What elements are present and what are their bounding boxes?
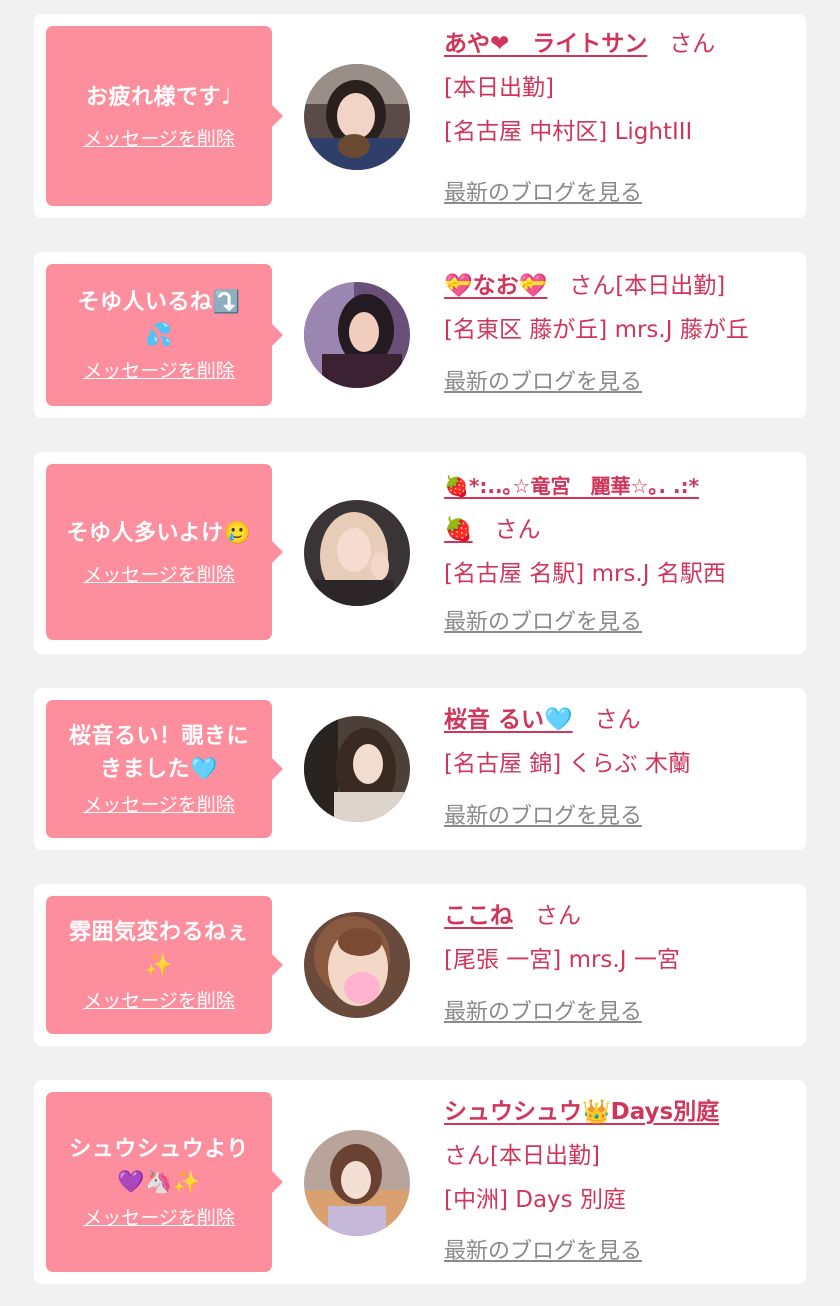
cast-name-link[interactable]: 桜音 るい🩵: [444, 707, 573, 733]
honorific: さん: [535, 903, 581, 929]
message-card: そゆ人多いよけ🥲 メッセージを削除 🍓*:..｡☆竜宮 麗華☆｡. .:* 🍓 さ…: [34, 452, 806, 654]
latest-blog-link[interactable]: 最新のブログを見る: [444, 608, 642, 638]
message-card: 雰囲気変わるねぇ ✨ メッセージを削除 ここね さん [尾張 一宮] mrs.J …: [34, 884, 806, 1046]
delete-message-link[interactable]: メッセージを削除: [83, 1205, 235, 1231]
message-bubble: 桜音るい！覗きに きました🩵 メッセージを削除: [46, 700, 283, 838]
work-status: [本日出勤]: [444, 75, 554, 101]
delete-message-link[interactable]: メッセージを削除: [83, 126, 235, 152]
cast-name-link[interactable]: 🍓*:..｡☆竜宮 麗華☆｡. .:*: [444, 474, 699, 498]
shop-location: [中洲] Days 別庭: [444, 1187, 626, 1213]
message-bubble: シュウシュウより 💜🦄✨ メッセージを削除: [46, 1092, 283, 1272]
cast-info: 桜音 るい🩵 さん [名古屋 錦] くらぶ 木蘭 最新のブログを見る: [444, 698, 800, 829]
message-card: 桜音るい！覗きに きました🩵 メッセージを削除 桜音 るい🩵 さん [名古屋 錦]…: [34, 688, 806, 850]
avatar[interactable]: [304, 912, 410, 1018]
shop-location: [名古屋 錦] くらぶ 木蘭: [444, 751, 691, 777]
message-card: お疲れ様です♩ メッセージを削除 あや❤︎ ライトサン さん [本日出勤] [名古…: [34, 14, 806, 218]
avatar-photo: [304, 716, 410, 822]
cast-name-link[interactable]: あや❤︎ ライトサン: [444, 31, 647, 57]
shop-location: [尾張 一宮] mrs.J 一宮: [444, 947, 680, 973]
message-text: 桜音るい！覗きに: [68, 724, 249, 749]
message-text: ✨: [145, 953, 173, 978]
cast-info: 🍓*:..｡☆竜宮 麗華☆｡. .:* 🍓 さん [名古屋 名駅] mrs.J 名…: [444, 464, 800, 635]
message-text: そゆ人多いよけ🥲: [66, 520, 252, 546]
message-text: シュウシュウより: [69, 1137, 249, 1162]
message-card: そゆ人いるね⤵️ 💦 メッセージを削除 💝なお💝 さん[本日出勤] [名東区 藤が…: [34, 252, 806, 418]
honorific: さん: [669, 31, 716, 57]
message-text: きました🩵: [100, 757, 218, 782]
cast-info: あや❤︎ ライトサン さん [本日出勤] [名古屋 中村区] LightIII 最…: [444, 22, 800, 206]
shop-location: [名古屋 名駅] mrs.J 名駅西: [444, 561, 726, 587]
latest-blog-link[interactable]: 最新のブログを見る: [444, 1237, 642, 1267]
honorific: さん: [494, 517, 541, 543]
cast-info: ここね さん [尾張 一宮] mrs.J 一宮 最新のブログを見る: [444, 894, 800, 1025]
avatar[interactable]: [304, 282, 410, 388]
message-card: シュウシュウより 💜🦄✨ メッセージを削除 シュウシュウ👑Days別庭 さん[本…: [34, 1080, 806, 1284]
message-text: 💦: [145, 323, 173, 348]
cast-name-link[interactable]: 💝なお💝: [444, 273, 547, 299]
delete-message-link[interactable]: メッセージを削除: [83, 562, 235, 588]
avatar-photo: [304, 64, 410, 170]
avatar-photo: [304, 500, 410, 606]
honorific: さん: [594, 707, 641, 733]
honorific: さん[本日出勤]: [569, 273, 726, 299]
delete-message-link[interactable]: メッセージを削除: [83, 792, 235, 818]
avatar[interactable]: [304, 716, 410, 822]
latest-blog-link[interactable]: 最新のブログを見る: [444, 368, 642, 398]
cast-info: シュウシュウ👑Days別庭 さん[本日出勤] [中洲] Days 別庭 最新のブ…: [444, 1090, 800, 1264]
message-bubble: そゆ人多いよけ🥲 メッセージを削除: [46, 464, 283, 640]
message-bubble: 雰囲気変わるねぇ ✨ メッセージを削除: [46, 896, 283, 1034]
cast-info: 💝なお💝 さん[本日出勤] [名東区 藤が丘] mrs.J 藤が丘 最新のブログを…: [444, 264, 800, 395]
avatar-photo: [304, 1130, 410, 1236]
message-text: 雰囲気変わるねぇ: [68, 920, 249, 945]
avatar[interactable]: [304, 64, 410, 170]
honorific: さん[本日出勤]: [444, 1143, 600, 1169]
avatar[interactable]: [304, 500, 410, 606]
avatar[interactable]: [304, 1130, 410, 1236]
latest-blog-link[interactable]: 最新のブログを見る: [444, 179, 642, 209]
message-text: お疲れ様です♩: [86, 84, 232, 110]
avatar-photo: [304, 282, 410, 388]
cast-name-link[interactable]: シュウシュウ👑Days別庭: [444, 1099, 719, 1125]
cast-name-link-cont[interactable]: 🍓: [444, 517, 473, 543]
latest-blog-link[interactable]: 最新のブログを見る: [444, 998, 642, 1028]
message-bubble: お疲れ様です♩ メッセージを削除: [46, 26, 283, 206]
message-list: お疲れ様です♩ メッセージを削除 あや❤︎ ライトサン さん [本日出勤] [名古…: [0, 0, 840, 1306]
cast-name-link[interactable]: ここね: [444, 903, 513, 929]
avatar-photo: [304, 912, 410, 1018]
shop-location: [名古屋 中村区] LightIII: [444, 119, 693, 145]
message-text: 💜🦄✨: [117, 1170, 201, 1195]
message-text: そゆ人いるね⤵️: [77, 290, 241, 315]
latest-blog-link[interactable]: 最新のブログを見る: [444, 802, 642, 832]
delete-message-link[interactable]: メッセージを削除: [83, 358, 235, 384]
delete-message-link[interactable]: メッセージを削除: [83, 988, 235, 1014]
shop-location: [名東区 藤が丘] mrs.J 藤が丘: [444, 317, 749, 343]
message-bubble: そゆ人いるね⤵️ 💦 メッセージを削除: [46, 264, 283, 406]
